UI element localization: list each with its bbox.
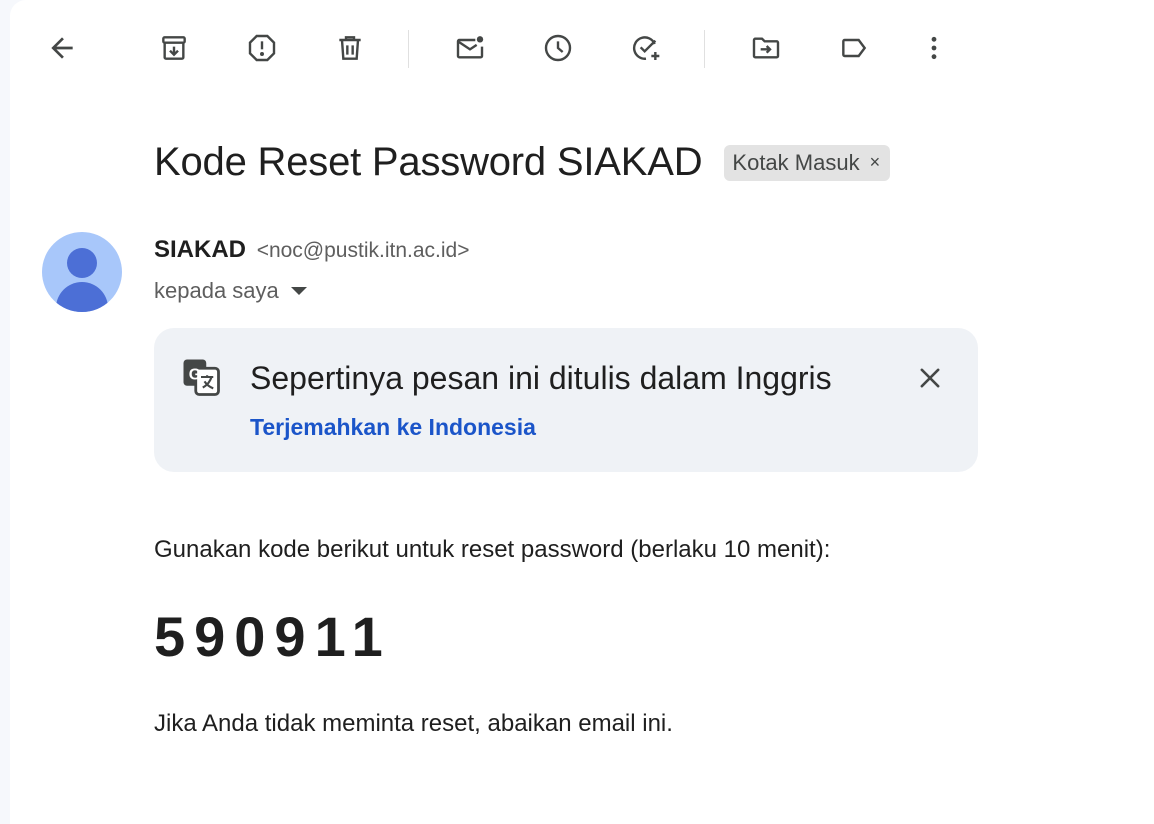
- label-chip-text: Kotak Masuk: [732, 149, 860, 175]
- translate-link[interactable]: Terjemahkan ke Indonesia: [250, 414, 536, 441]
- more-options-button[interactable]: [910, 24, 958, 72]
- chevron-down-icon: [290, 287, 307, 295]
- reset-code: 590911: [154, 605, 392, 668]
- email-view: Kode Reset Password SIAKAD Kotak Masuk ×…: [10, 0, 1154, 824]
- email-body-disclaimer: Jika Anda tidak meminta reset, abaikan e…: [154, 710, 673, 737]
- subject-row: Kode Reset Password SIAKAD Kotak Masuk ×: [154, 140, 891, 185]
- sender-name[interactable]: SIAKAD: [154, 236, 246, 263]
- translate-icon: G: [183, 359, 220, 396]
- snooze-button[interactable]: [534, 24, 582, 72]
- mark-unread-button[interactable]: [446, 24, 494, 72]
- email-toolbar: [10, 0, 1154, 96]
- report-spam-button[interactable]: [238, 24, 286, 72]
- email-body-instruction: Gunakan kode berikut untuk reset passwor…: [154, 536, 831, 563]
- archive-button[interactable]: [150, 24, 198, 72]
- delete-button[interactable]: [326, 24, 374, 72]
- more-vert-icon: [931, 36, 937, 60]
- toolbar-divider: [704, 30, 705, 68]
- translate-message: Sepertinya pesan ini ditulis dalam Inggr…: [250, 360, 832, 396]
- sender-email: <noc@pustik.itn.ac.id>: [256, 239, 470, 262]
- dismiss-translate-button[interactable]: [910, 358, 950, 398]
- label-icon: [842, 38, 867, 58]
- label-chip-inbox[interactable]: Kotak Masuk ×: [724, 144, 891, 181]
- recipient-details-toggle[interactable]: kepada saya: [154, 278, 307, 304]
- move-to-folder-icon: [752, 37, 780, 59]
- delete-icon: [339, 36, 361, 60]
- translate-banner: G Sepertinya pesan ini ditulis dalam Ing…: [154, 328, 978, 472]
- avatar-body: [56, 282, 108, 312]
- sender-avatar[interactable]: [42, 232, 122, 312]
- back-arrow-icon: [51, 37, 73, 59]
- recipient-label: kepada saya: [154, 278, 279, 303]
- mark-unread-icon: [456, 36, 484, 59]
- archive-icon: [162, 36, 186, 60]
- svg-text:G: G: [189, 367, 201, 384]
- snooze-clock-icon: [544, 34, 572, 62]
- close-icon: [920, 368, 940, 388]
- add-to-tasks-button[interactable]: [622, 24, 670, 72]
- add-to-tasks-icon: [632, 36, 660, 60]
- toolbar-divider: [408, 30, 409, 68]
- move-to-button[interactable]: [742, 24, 790, 72]
- avatar-head: [67, 248, 97, 278]
- report-spam-icon: [248, 34, 276, 62]
- remove-label-icon[interactable]: ×: [870, 152, 881, 173]
- label-button[interactable]: [830, 24, 878, 72]
- back-button[interactable]: [38, 24, 86, 72]
- sender-line: SIAKAD <noc@pustik.itn.ac.id>: [154, 236, 469, 264]
- email-subject: Kode Reset Password SIAKAD: [154, 140, 703, 184]
